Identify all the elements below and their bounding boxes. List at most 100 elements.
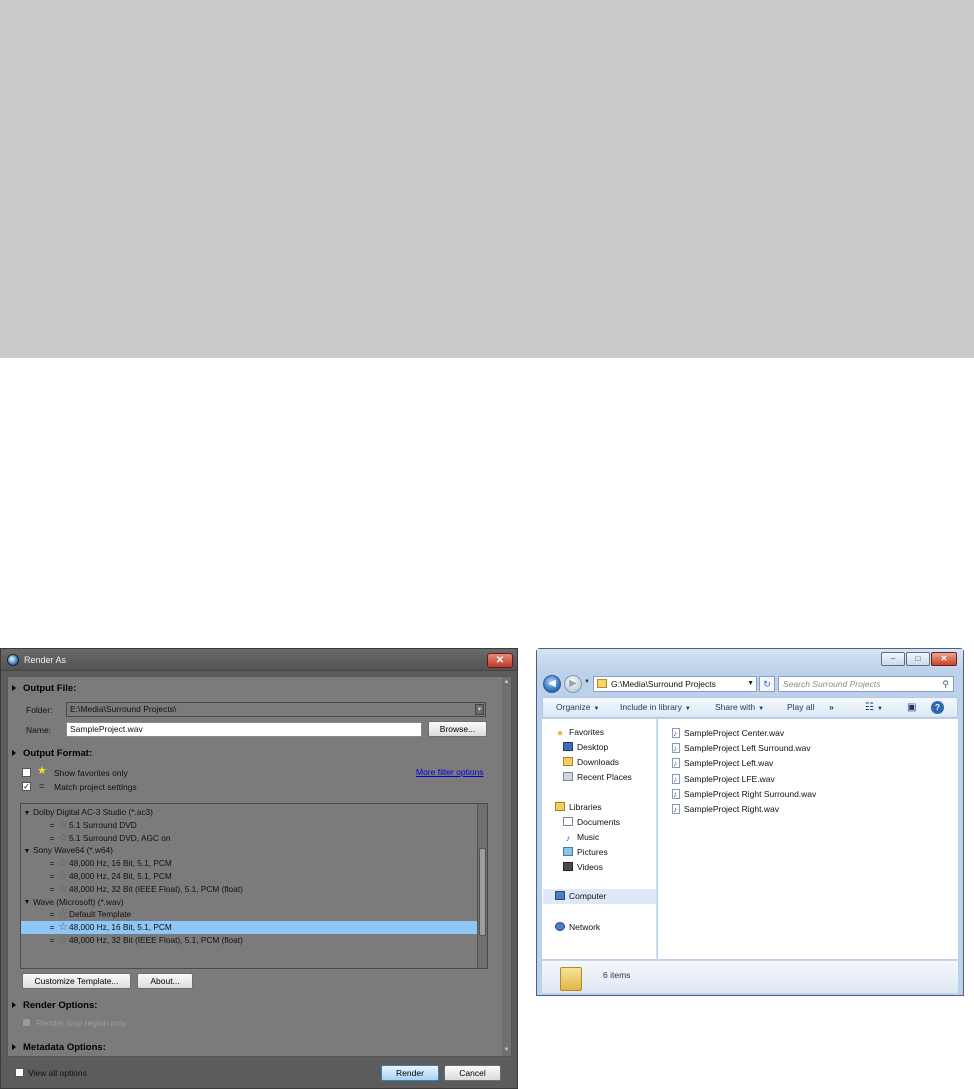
nav-music[interactable]: ♪ Music <box>563 831 599 844</box>
expand-triangle-icon[interactable] <box>12 1002 16 1009</box>
recent-pages-dropdown-icon[interactable]: ▼ <box>584 679 590 685</box>
cancel-button[interactable]: Cancel <box>444 1065 501 1081</box>
nav-documents[interactable]: Documents <box>563 816 620 829</box>
template-item-label: 48,000 Hz, 16 Bit, 5.1, PCM <box>69 922 172 933</box>
template-list-scrollbar[interactable] <box>477 804 487 968</box>
output-format-section[interactable]: Output Format: <box>12 748 92 759</box>
share-with-menu[interactable]: Share with ▼ <box>715 698 764 717</box>
dialog-scrollbar[interactable]: ▲ ▼ <box>502 677 511 1056</box>
metadata-options-section[interactable]: Metadata Options: <box>12 1042 106 1053</box>
template-list[interactable]: Dolby Digital AC-3 Studio (*.ac3) = ☆5.1 S… <box>20 803 488 969</box>
nav-downloads[interactable]: Downloads <box>563 756 619 769</box>
template-item[interactable]: = ☆5.1 Surround DVD <box>21 819 477 832</box>
render-as-dialog: Render As ✕ ▲ ▼ Output File: Folder: E:\… <box>0 648 518 1089</box>
search-input[interactable]: Search Surround Projects ⚲ <box>778 676 954 692</box>
favorite-star-icon[interactable]: ☆ <box>57 908 69 921</box>
nav-computer[interactable]: Computer <box>543 889 656 904</box>
address-bar[interactable]: G:\Media\Surround Projects ▼ <box>593 676 757 692</box>
maximize-button[interactable]: □ <box>906 652 930 666</box>
match-equals-icon: = <box>49 871 55 881</box>
favorite-star-icon[interactable]: ☆ <box>57 819 69 832</box>
template-group[interactable]: Dolby Digital AC-3 Studio (*.ac3) <box>21 806 477 819</box>
collapse-triangle-icon[interactable] <box>25 849 29 854</box>
name-field[interactable]: SampleProject.wav <box>66 722 422 737</box>
favorite-star-icon[interactable]: ☆ <box>57 870 69 883</box>
nav-desktop[interactable]: Desktop <box>563 741 608 754</box>
favorite-star-icon[interactable]: ☆ <box>57 857 69 870</box>
template-item[interactable]: = ☆48,000 Hz, 24 Bit, 5.1, PCM <box>21 870 477 883</box>
nav-libraries[interactable]: Libraries <box>555 801 602 814</box>
browse-button[interactable]: Browse... <box>428 721 487 737</box>
nav-videos[interactable]: Videos <box>563 861 603 874</box>
file-item[interactable]: SampleProject Right Surround.wav <box>672 787 816 802</box>
file-item[interactable]: SampleProject Left.wav <box>672 756 773 771</box>
template-group[interactable]: Sony Wave64 (*.w64) <box>21 844 477 857</box>
template-group[interactable]: Wave (Microsoft) (*.wav) <box>21 896 477 909</box>
favorite-star-icon[interactable]: ☆ <box>57 934 69 947</box>
show-favorites-checkbox[interactable] <box>22 768 31 777</box>
template-group-label: Dolby Digital AC-3 Studio (*.ac3) <box>33 807 153 817</box>
template-item[interactable]: = ☆48,000 Hz, 16 Bit, 5.1, PCM <box>21 921 477 934</box>
more-commands-button[interactable]: » <box>829 698 834 717</box>
play-all-button[interactable]: Play all <box>787 698 814 717</box>
search-icon[interactable]: ⚲ <box>942 677 949 691</box>
collapse-triangle-icon[interactable] <box>25 900 29 905</box>
template-list-scroll-thumb[interactable] <box>479 848 486 936</box>
minimize-button[interactable]: – <box>881 652 905 666</box>
template-item[interactable]: = ☆5.1 Surround DVD, AGC on <box>21 832 477 845</box>
match-project-checkbox[interactable]: ✓ <box>22 782 31 791</box>
documents-icon <box>563 817 573 826</box>
file-item[interactable]: SampleProject Center.wav <box>672 726 784 741</box>
file-item[interactable]: SampleProject Left Surround.wav <box>672 741 811 756</box>
app-icon <box>7 654 19 666</box>
close-button[interactable]: ✕ <box>931 652 957 666</box>
match-equals-icon: = <box>49 819 55 830</box>
help-button[interactable]: ? <box>931 701 944 714</box>
loop-region-checkbox[interactable] <box>22 1018 31 1027</box>
favorite-star-icon: ★ <box>37 765 47 777</box>
chevron-down-icon: ▼ <box>684 706 691 712</box>
render-button[interactable]: Render <box>381 1065 439 1081</box>
preview-pane-button[interactable]: ▣ <box>907 698 916 717</box>
render-options-section[interactable]: Render Options: <box>12 1000 97 1011</box>
include-in-library-menu[interactable]: Include in library ▼ <box>620 698 691 717</box>
render-options-heading: Render Options: <box>23 1000 98 1011</box>
template-group-label: Sony Wave64 (*.w64) <box>33 845 113 856</box>
view-all-options-checkbox[interactable] <box>15 1068 24 1077</box>
template-item[interactable]: = ☆48,000 Hz, 32 Bit (IEEE Float), 5.1, P… <box>21 934 477 947</box>
nav-favorites[interactable]: ★ Favorites <box>555 726 604 739</box>
about-button[interactable]: About... <box>137 973 193 989</box>
more-filter-options-link[interactable]: More filter options <box>416 767 484 777</box>
file-item[interactable]: SampleProject Right.wav <box>672 802 779 817</box>
forward-button[interactable]: ▶ <box>564 675 582 693</box>
back-button[interactable]: ◀ <box>543 675 561 693</box>
scroll-down-icon[interactable]: ▼ <box>503 1047 510 1054</box>
address-row: ◀ ▶ ▼ G:\Media\Surround Projects ▼ ↻ Sea… <box>537 673 963 695</box>
favorite-star-icon[interactable]: ☆ <box>57 832 69 845</box>
nav-network[interactable]: Network <box>555 921 600 934</box>
template-item[interactable]: = ☆Default Template <box>21 908 477 921</box>
expand-triangle-icon[interactable] <box>12 750 16 757</box>
background-gray-panel <box>0 0 974 358</box>
nav-recent-places[interactable]: Recent Places <box>563 771 632 784</box>
favorite-star-icon[interactable]: ☆ <box>57 883 69 896</box>
favorite-star-icon[interactable]: ☆ <box>57 921 69 934</box>
address-dropdown-icon[interactable]: ▼ <box>747 677 754 691</box>
nav-pictures[interactable]: Pictures <box>563 846 608 859</box>
file-item[interactable]: SampleProject LFE.wav <box>672 772 775 787</box>
collapse-triangle-icon[interactable] <box>25 810 29 815</box>
expand-triangle-icon[interactable] <box>12 1044 16 1051</box>
folder-dropdown-icon[interactable]: ▼ <box>475 704 484 715</box>
template-item[interactable]: = ☆48,000 Hz, 16 Bit, 5.1, PCM <box>21 857 477 870</box>
organize-menu[interactable]: Organize ▼ <box>556 698 599 717</box>
expand-triangle-icon[interactable] <box>12 685 16 692</box>
folder-field[interactable]: E:\Media\Surround Projects\ ▼ <box>66 702 486 717</box>
chevron-down-icon: ▼ <box>758 706 765 712</box>
refresh-button[interactable]: ↻ <box>759 676 775 692</box>
customize-template-button[interactable]: Customize Template... <box>22 973 131 989</box>
views-button[interactable]: ☷ ▼ <box>865 698 883 717</box>
scroll-up-icon[interactable]: ▲ <box>503 679 510 686</box>
template-item[interactable]: = ☆48,000 Hz, 32 Bit (IEEE Float), 5.1, P… <box>21 883 477 896</box>
output-file-section[interactable]: Output File: <box>12 683 76 694</box>
close-button[interactable]: ✕ <box>487 653 513 668</box>
